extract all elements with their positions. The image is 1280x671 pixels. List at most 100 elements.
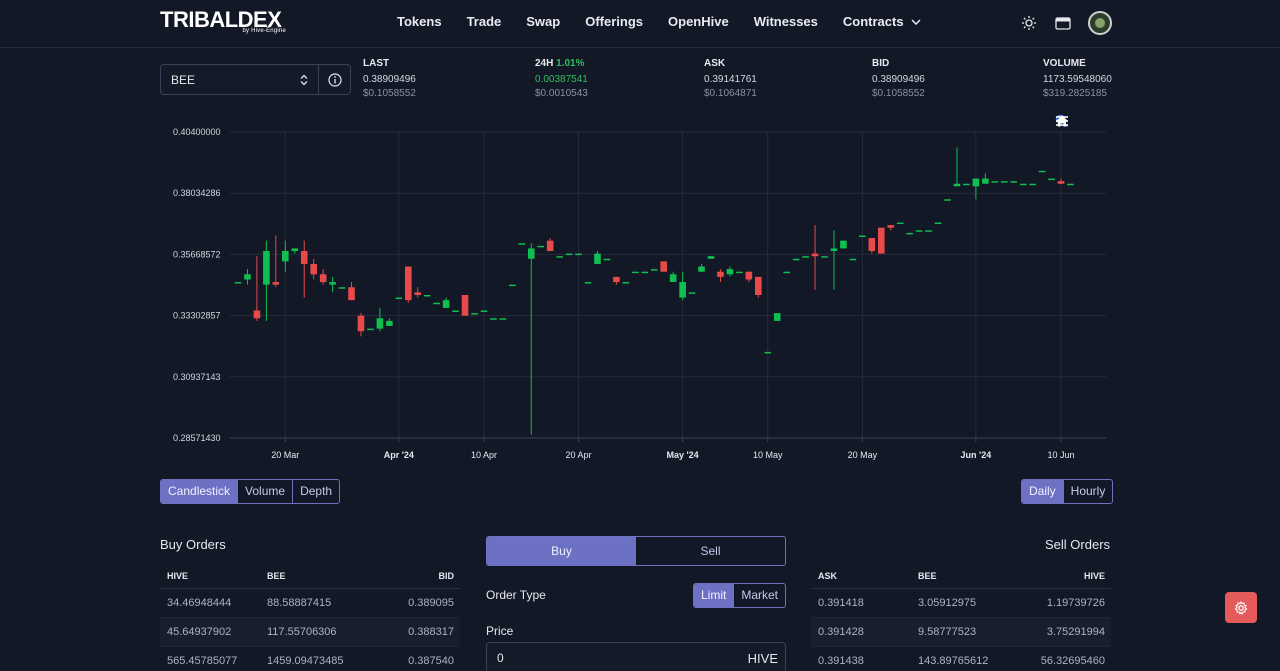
nav-offerings[interactable]: Offerings — [585, 14, 643, 29]
stat-ask-value: 0.39141761 — [704, 74, 757, 85]
user-avatar[interactable] — [1088, 11, 1112, 35]
sell-orders-table: ASK BEE HIVE 0.391418 3.05912975 1.19739… — [811, 563, 1111, 671]
candle-body — [386, 320, 393, 327]
cell-hive: 1.19739726 — [1046, 597, 1105, 609]
candle-body — [594, 253, 601, 264]
price-chart[interactable]: 0.40400000 0.38034286 0.35668572 0.33302857… — [160, 110, 1111, 470]
candle-body — [263, 251, 270, 285]
y-tick-label: 0.40400000 — [173, 127, 221, 137]
candle-body — [499, 318, 507, 320]
price-input[interactable] — [487, 651, 748, 665]
candle-body — [792, 258, 800, 261]
y-tick-label: 0.38034286 — [173, 188, 221, 198]
menu-icon[interactable] — [1056, 114, 1105, 128]
cell-hive: 565.45785077 — [167, 655, 238, 667]
pair-select-dropdown[interactable]: BEE — [161, 65, 319, 94]
nav-tokens[interactable]: Tokens — [397, 14, 442, 29]
candle-body — [461, 294, 469, 316]
stat-volume-usd: $319.2825185 — [1043, 88, 1107, 99]
cell-ask: 0.391418 — [818, 597, 864, 609]
table-row[interactable]: 45.64937902 117.55706306 0.388317 — [160, 618, 460, 647]
stat-bid-label: BID — [872, 58, 890, 69]
candle-body — [1010, 181, 1018, 183]
stat-last-usd: $0.1058552 — [363, 88, 416, 99]
candle-body — [357, 315, 365, 332]
sun-icon[interactable] — [1020, 14, 1038, 32]
cell-hive: 3.75291994 — [1046, 626, 1105, 638]
candle-body — [423, 294, 431, 297]
candle-body — [575, 253, 582, 256]
candle-body — [660, 261, 667, 272]
stat-volume-value: 1173.59548060 — [1043, 74, 1112, 85]
home-icon[interactable] — [1056, 114, 1087, 128]
x-tick-label: 10 May — [753, 450, 783, 460]
candle-body — [404, 266, 412, 301]
mode-depth[interactable]: Depth — [293, 480, 339, 503]
token-info-button[interactable] — [319, 65, 350, 94]
candle-body — [613, 276, 620, 283]
info-icon — [327, 72, 342, 87]
candle-body — [348, 287, 355, 301]
table-row[interactable]: 0.391418 3.05912975 1.19739726 — [811, 589, 1111, 618]
table-row[interactable]: 34.46948444 88.58887415 0.389095 — [160, 589, 460, 618]
cell-hive: 56.32695460 — [1040, 655, 1105, 667]
candle-body — [527, 248, 535, 259]
x-tick-label: Apr '24 — [384, 450, 414, 460]
nav-swap[interactable]: Swap — [526, 14, 560, 29]
tab-sell[interactable]: Sell — [636, 537, 785, 565]
cell-bee: 9.58777523 — [918, 626, 977, 638]
candle-body — [584, 282, 592, 284]
col-ask: ASK — [818, 570, 838, 581]
stat-bid-value: 0.38909496 — [872, 74, 925, 85]
candle-body — [556, 256, 563, 258]
top-bar: TRIBALDEX by Hive-Engine Tokens Trade Sw… — [0, 0, 1280, 48]
candle-body — [442, 300, 450, 308]
stat-bid: BID 0.38909496 $0.1058552 — [872, 58, 925, 99]
order-type-limit[interactable]: Limit — [694, 584, 735, 607]
candle-body — [433, 302, 440, 305]
candle-body — [707, 256, 715, 259]
cell-bid: 0.387540 — [408, 655, 454, 667]
nav-witnesses[interactable]: Witnesses — [754, 14, 818, 29]
candle-body — [755, 276, 762, 295]
settings-button[interactable] — [1225, 592, 1257, 623]
col-bee: BEE — [918, 570, 937, 581]
price-label: Price — [486, 624, 514, 638]
candle-body — [982, 178, 989, 184]
candle-body — [641, 271, 649, 274]
candle-body — [300, 251, 308, 264]
tab-buy[interactable]: Buy — [487, 537, 636, 565]
wallet-icon[interactable] — [1054, 14, 1072, 32]
table-row[interactable]: 0.391428 9.58777523 3.75291994 — [811, 618, 1111, 647]
candle-body — [963, 183, 970, 186]
cell-hive: 34.46948444 — [167, 597, 232, 609]
x-tick-label: 20 Mar — [271, 450, 299, 460]
nav-contracts[interactable]: Contracts — [843, 14, 922, 29]
x-tick-label: Jun '24 — [961, 450, 992, 460]
candle-body — [1019, 183, 1027, 186]
candle-body — [291, 248, 299, 252]
tribaldex-logo[interactable]: TRIBALDEX by Hive-Engine — [160, 9, 290, 37]
interval-hourly[interactable]: Hourly — [1064, 480, 1113, 503]
candle-body — [802, 256, 809, 258]
cell-hive: 45.64937902 — [167, 626, 232, 638]
order-type-market[interactable]: Market — [734, 584, 785, 607]
candle-body — [1067, 183, 1074, 186]
mode-candlestick[interactable]: Candlestick — [161, 480, 239, 503]
nav-trade[interactable]: Trade — [467, 14, 502, 29]
stat-bid-usd: $0.1058552 — [872, 88, 925, 99]
mode-volume[interactable]: Volume — [238, 480, 294, 503]
nav-contracts-label: Contracts — [842, 14, 904, 29]
candle-body — [896, 222, 904, 225]
cell-ask: 0.391428 — [818, 626, 864, 638]
nav-openhive[interactable]: OpenHive — [668, 14, 729, 29]
candle-body — [991, 181, 999, 183]
table-header: HIVE BEE BID — [160, 563, 460, 589]
table-row[interactable]: 0.391438 143.89765612 56.32695460 — [811, 647, 1111, 671]
candle-body — [877, 227, 885, 254]
candle-body — [282, 251, 289, 262]
table-row[interactable]: 565.45785077 1459.09473485 0.387540 — [160, 647, 460, 671]
chart-mode-toggle: Candlestick Volume Depth — [160, 479, 341, 504]
interval-daily[interactable]: Daily — [1022, 480, 1064, 503]
order-type-toggle: Limit Market — [693, 583, 787, 608]
